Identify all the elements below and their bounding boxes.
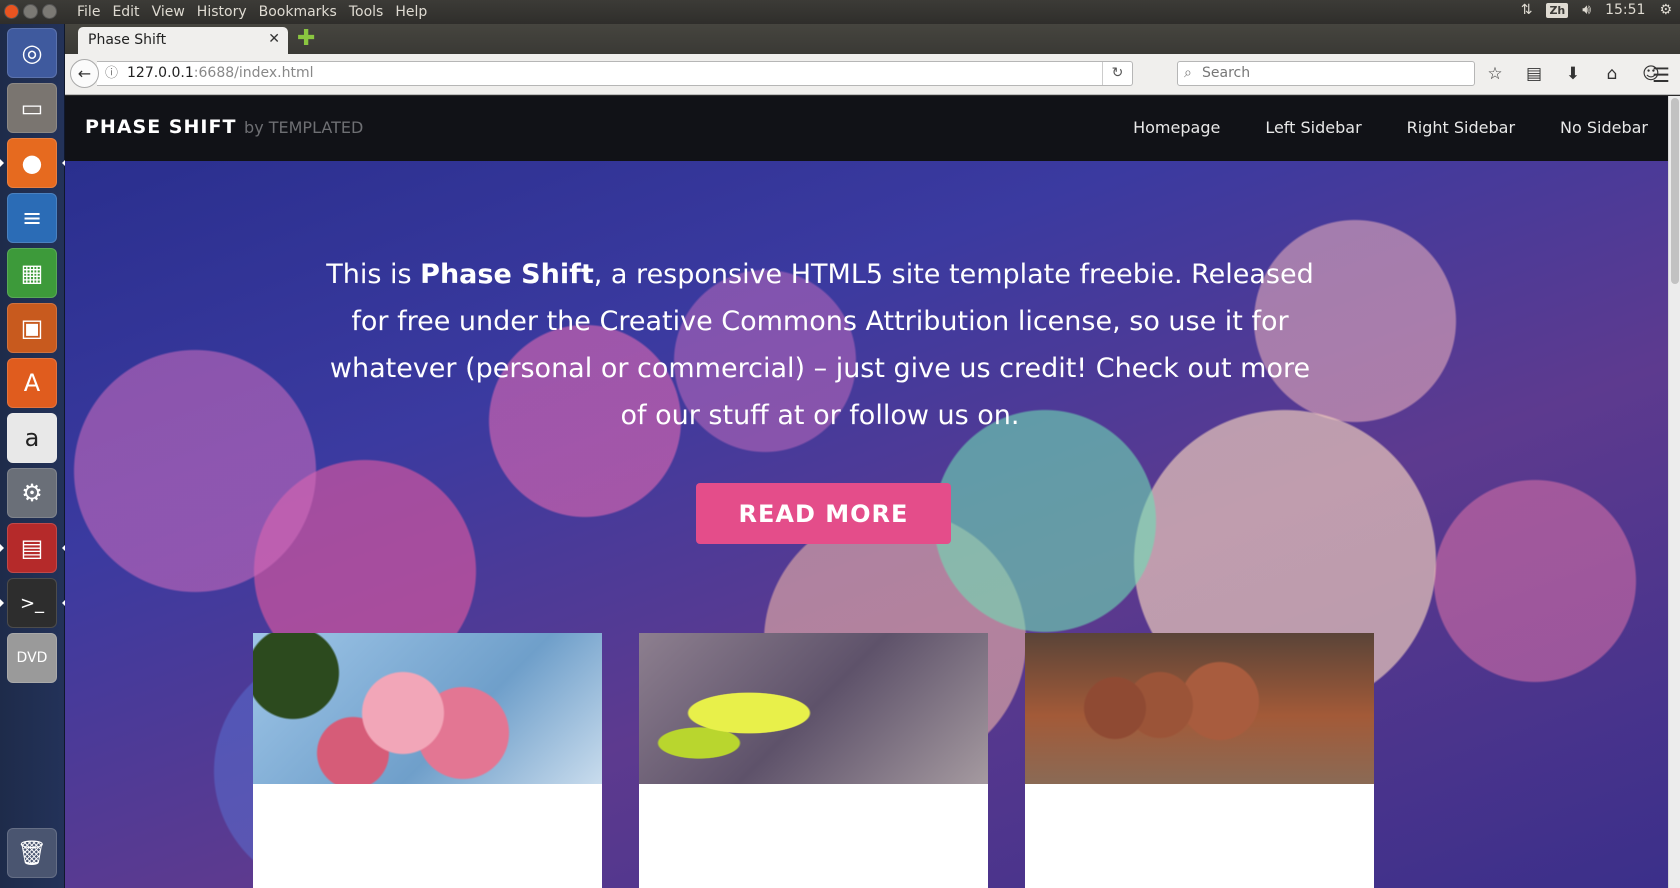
window-minimize-button[interactable] xyxy=(23,4,38,19)
site-info-icon[interactable]: ⓘ xyxy=(105,62,118,85)
app-menu-bar: File Edit View History Bookmarks Tools H… xyxy=(71,3,433,21)
search-icon: ⌕ xyxy=(1184,65,1192,81)
menu-tools[interactable]: Tools xyxy=(343,3,390,21)
trash-icon[interactable]: 🗑︎ xyxy=(7,828,57,878)
amazon-icon[interactable]: a xyxy=(7,413,57,463)
web-page: PHASE SHIFT by TEMPLATED Homepage Left S… xyxy=(65,96,1668,888)
site-brand: PHASE SHIFT xyxy=(85,116,237,138)
url-bar[interactable]: ⓘ 127.0.0.1:6688/index.html ↻ xyxy=(97,61,1133,86)
workspace-icon[interactable]: ▤ xyxy=(0,523,66,573)
ubuntu-dash-icon[interactable]: ◎ xyxy=(7,28,57,78)
url-host: 127.0.0.1 xyxy=(127,65,194,81)
browser-toolbar: ☆ ▤ ⬇ ⌂ ☺ ◡ xyxy=(1485,63,1680,85)
menu-bookmarks[interactable]: Bookmarks xyxy=(253,3,343,21)
launcher: ◎ ▭ ● ≡ ▦ ▣ A a ⚙ ▤ >_ DVD 🗑︎ xyxy=(0,24,66,888)
system-top-bar: File Edit View History Bookmarks Tools H… xyxy=(0,0,1680,24)
search-input[interactable]: ⌕ Search xyxy=(1177,61,1475,86)
clock[interactable]: 15:51 xyxy=(1605,2,1645,18)
menu-edit[interactable]: Edit xyxy=(106,3,145,21)
scrollbar-thumb[interactable] xyxy=(1671,98,1679,284)
tab-close-icon[interactable]: ✕ xyxy=(268,31,280,47)
feature-card[interactable] xyxy=(639,633,988,888)
files-icon[interactable]: ▭ xyxy=(7,83,57,133)
firefox-icon[interactable]: ● xyxy=(0,138,66,188)
input-method-indicator[interactable]: Zh xyxy=(1546,2,1569,18)
search-placeholder: Search xyxy=(1202,65,1251,81)
software-center-icon[interactable]: A xyxy=(7,358,57,408)
download-icon[interactable]: ⬇ xyxy=(1563,63,1583,85)
site-brand-by: by TEMPLATED xyxy=(244,118,364,137)
reload-icon[interactable]: ↻ xyxy=(1102,62,1132,85)
tab-phase-shift[interactable]: Phase Shift ✕ xyxy=(78,27,288,54)
nav-homepage[interactable]: Homepage xyxy=(1133,118,1220,137)
leaves-image xyxy=(639,633,988,784)
seeds-image xyxy=(1025,633,1374,784)
system-tray: ⇅ Zh 🔊︎ 15:51 ⚙ xyxy=(1521,2,1672,18)
feature-card[interactable] xyxy=(1025,633,1374,888)
dvd-icon[interactable]: DVD xyxy=(7,633,57,683)
hero-bold: Phase Shift xyxy=(420,259,594,290)
menu-view[interactable]: View xyxy=(146,3,191,21)
volume-icon[interactable]: 🔊︎ xyxy=(1582,2,1591,18)
system-settings-icon[interactable]: ⚙ xyxy=(7,468,57,518)
window-close-button[interactable] xyxy=(4,4,19,19)
hero-banner: This is Phase Shift, a responsive HTML5 … xyxy=(65,161,1668,888)
site-logo[interactable]: PHASE SHIFT by TEMPLATED xyxy=(85,116,363,138)
calc-icon[interactable]: ▦ xyxy=(7,248,57,298)
browser-nav-bar: ⓘ 127.0.0.1:6688/index.html ↻ ← ⌕ Search… xyxy=(65,54,1680,95)
tab-title: Phase Shift xyxy=(88,32,167,48)
home-icon[interactable]: ⌂ xyxy=(1602,63,1622,85)
site-nav: Homepage Left Sidebar Right Sidebar No S… xyxy=(1133,118,1648,137)
read-more-button[interactable]: READ MORE xyxy=(696,483,951,544)
reading-list-icon[interactable]: ▤ xyxy=(1524,63,1544,85)
nav-right-sidebar[interactable]: Right Sidebar xyxy=(1407,118,1515,137)
nav-no-sidebar[interactable]: No Sidebar xyxy=(1560,118,1648,137)
page-scrollbar[interactable] xyxy=(1668,96,1680,888)
impress-icon[interactable]: ▣ xyxy=(7,303,57,353)
site-header: PHASE SHIFT by TEMPLATED Homepage Left S… xyxy=(65,96,1668,161)
network-icon[interactable]: ⇅ xyxy=(1521,2,1533,18)
settings-gear-icon[interactable]: ⚙ xyxy=(1659,2,1672,18)
hero-text: This is Phase Shift, a responsive HTML5 … xyxy=(320,251,1320,439)
flower-image xyxy=(253,633,602,784)
menu-history[interactable]: History xyxy=(191,3,253,21)
feature-card[interactable] xyxy=(253,633,602,888)
window-controls xyxy=(4,4,57,19)
back-button[interactable]: ← xyxy=(70,59,99,88)
hero-prefix: This is xyxy=(326,259,421,290)
browser-tab-bar: Phase Shift ✕ ✚ xyxy=(65,24,1680,54)
window-maximize-button[interactable] xyxy=(42,4,57,19)
bookmark-star-icon[interactable]: ☆ xyxy=(1485,63,1505,85)
hamburger-menu-icon[interactable]: ☰ xyxy=(1652,63,1670,87)
nav-left-sidebar[interactable]: Left Sidebar xyxy=(1265,118,1361,137)
writer-icon[interactable]: ≡ xyxy=(7,193,57,243)
terminal-icon[interactable]: >_ xyxy=(0,578,66,628)
new-tab-icon[interactable]: ✚ xyxy=(297,26,315,51)
url-path: :6688/index.html xyxy=(193,65,314,81)
menu-help[interactable]: Help xyxy=(389,3,433,21)
menu-file[interactable]: File xyxy=(71,3,106,21)
